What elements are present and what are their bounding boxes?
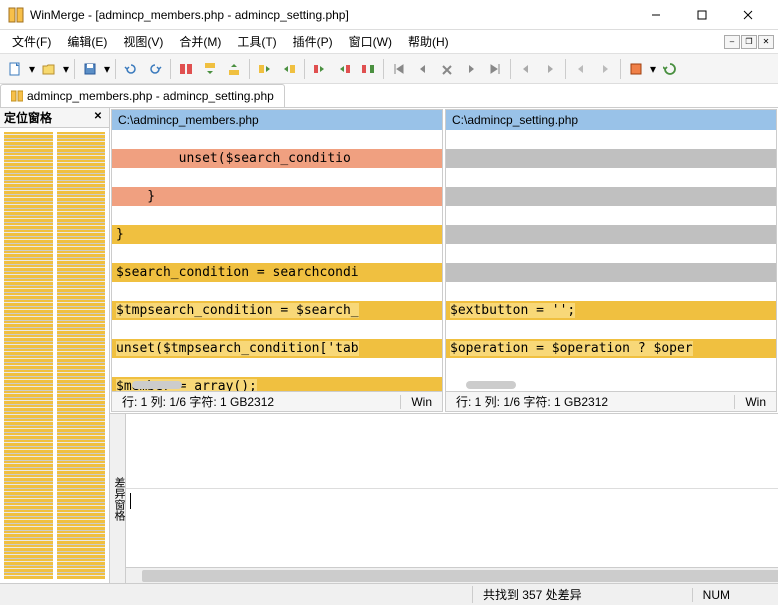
prev-file-icon[interactable] xyxy=(570,58,592,80)
mdi-minimize-button[interactable]: – xyxy=(724,35,740,49)
location-pane-body[interactable] xyxy=(0,128,109,583)
menu-file[interactable]: 文件(F) xyxy=(4,31,59,52)
location-bar-left[interactable] xyxy=(4,132,53,579)
copy-left-icon[interactable] xyxy=(278,58,300,80)
diff-detail-pane: 差异窗格 xyxy=(110,413,778,583)
merge-all-icon[interactable] xyxy=(357,58,379,80)
diff-file-icon xyxy=(11,90,23,102)
menu-view[interactable]: 视图(V) xyxy=(115,31,171,52)
code-line xyxy=(446,263,776,282)
status-diff-count: 共找到 357 处差异 xyxy=(472,586,592,603)
code-line: $extbutton = ''; xyxy=(446,301,776,320)
code-line: unset($tmpsearch_condition['tab xyxy=(112,339,442,358)
menu-merge[interactable]: 合并(M) xyxy=(171,31,229,52)
prev-diff-icon[interactable] xyxy=(412,58,434,80)
location-pane-title: 定位窗格 xyxy=(4,109,52,126)
left-pane-body[interactable]: unset($search_conditio } } $search_condi… xyxy=(112,130,442,391)
window-title: WinMerge - [admincp_members.php - adminc… xyxy=(30,8,634,22)
options-icon[interactable] xyxy=(625,58,647,80)
statusbar: 共找到 357 处差异 NUM xyxy=(0,583,778,605)
right-status-mode: Win xyxy=(734,395,770,409)
menubar: 文件(F) 编辑(E) 视图(V) 合并(M) 工具(T) 插件(P) 窗口(W… xyxy=(0,30,778,54)
location-pane-header: 定位窗格 ✕ xyxy=(0,108,109,128)
next-file-icon[interactable] xyxy=(594,58,616,80)
menu-help[interactable]: 帮助(H) xyxy=(400,31,457,52)
next-diff-icon[interactable] xyxy=(460,58,482,80)
tab-label: admincp_members.php - admincp_setting.ph… xyxy=(27,89,274,103)
left-status-text: 行: 1 列: 1/6 字符: 1 GB2312 xyxy=(118,393,278,410)
code-line: $search_condition = searchcondi xyxy=(112,263,442,282)
maximize-button[interactable] xyxy=(680,1,724,29)
left-pane: C:\admincp_members.php unset($search_con… xyxy=(111,109,443,412)
diff-detail-top[interactable] xyxy=(126,414,778,489)
document-tab[interactable]: admincp_members.php - admincp_setting.ph… xyxy=(0,84,285,107)
diff-icon[interactable] xyxy=(175,58,197,80)
location-pane-close-icon[interactable]: ✕ xyxy=(91,111,105,125)
mdi-close-button[interactable]: ✕ xyxy=(758,35,774,49)
options-dropdown[interactable]: ▾ xyxy=(649,62,657,76)
left-pane-header: C:\admincp_members.php xyxy=(112,110,442,130)
code-line xyxy=(446,149,776,168)
diff-detail-hscroll[interactable] xyxy=(126,567,778,583)
redo-icon[interactable] xyxy=(144,58,166,80)
tabbar: admincp_members.php - admincp_setting.ph… xyxy=(0,84,778,108)
first-diff-icon[interactable] xyxy=(388,58,410,80)
hscroll-thumb[interactable] xyxy=(132,381,182,389)
location-pane: 定位窗格 ✕ xyxy=(0,108,110,583)
all-right-icon[interactable] xyxy=(309,58,331,80)
code-line: } xyxy=(112,187,442,206)
minimize-button[interactable] xyxy=(634,1,678,29)
undo-icon[interactable] xyxy=(120,58,142,80)
diff-container: C:\admincp_members.php unset($search_con… xyxy=(110,108,778,583)
diff-detail-body xyxy=(126,414,778,583)
last-diff-icon[interactable] xyxy=(484,58,506,80)
status-numlock: NUM xyxy=(692,588,740,602)
app-icon xyxy=(8,7,24,23)
next-diff-down-icon[interactable] xyxy=(199,58,221,80)
open-dropdown[interactable]: ▾ xyxy=(62,62,70,76)
prev-conflict-icon[interactable] xyxy=(515,58,537,80)
new-icon[interactable] xyxy=(4,58,26,80)
refresh-icon[interactable] xyxy=(659,58,681,80)
close-button[interactable] xyxy=(726,1,770,29)
mdi-restore-button[interactable]: ❐ xyxy=(741,35,757,49)
diff-detail-tab[interactable]: 差异窗格 xyxy=(110,414,126,583)
menu-plugin[interactable]: 插件(P) xyxy=(285,31,341,52)
save-icon[interactable] xyxy=(79,58,101,80)
all-left-icon[interactable] xyxy=(333,58,355,80)
next-conflict-icon[interactable] xyxy=(539,58,561,80)
new-dropdown[interactable]: ▾ xyxy=(28,62,36,76)
copy-right-icon[interactable] xyxy=(254,58,276,80)
right-status-text: 行: 1 列: 1/6 字符: 1 GB2312 xyxy=(452,393,612,410)
right-pane-header: C:\admincp_setting.php xyxy=(446,110,776,130)
location-bar-right[interactable] xyxy=(57,132,106,579)
right-pane-status: 行: 1 列: 1/6 字符: 1 GB2312 Win xyxy=(446,391,776,411)
code-line xyxy=(446,187,776,206)
menu-tools[interactable]: 工具(T) xyxy=(229,31,284,52)
open-icon[interactable] xyxy=(38,58,60,80)
main-area: 定位窗格 ✕ C:\admincp_members.php unset($sea… xyxy=(0,108,778,583)
code-line: unset($search_conditio xyxy=(112,149,442,168)
menu-edit[interactable]: 编辑(E) xyxy=(59,31,115,52)
code-line: } xyxy=(112,225,442,244)
code-line: $tmpsearch_condition = $search_ xyxy=(112,301,442,320)
right-pane-body[interactable]: $extbutton = ''; $operation = $operation… xyxy=(446,130,776,391)
code-line: $operation = $operation ? $oper xyxy=(446,339,776,358)
hscroll-thumb[interactable] xyxy=(466,381,516,389)
left-status-mode: Win xyxy=(400,395,436,409)
left-pane-status: 行: 1 列: 1/6 字符: 1 GB2312 Win xyxy=(112,391,442,411)
toolbar: ▾ ▾ ▾ ▾ xyxy=(0,54,778,84)
save-dropdown[interactable]: ▾ xyxy=(103,62,111,76)
right-pane: C:\admincp_setting.php $extbutton = ''; … xyxy=(445,109,777,412)
menu-window[interactable]: 窗口(W) xyxy=(341,31,400,52)
current-diff-icon[interactable] xyxy=(436,58,458,80)
diff-detail-bottom[interactable] xyxy=(126,489,778,567)
hscroll-thumb[interactable] xyxy=(142,570,778,582)
prev-diff-up-icon[interactable] xyxy=(223,58,245,80)
text-cursor xyxy=(130,493,131,509)
code-line xyxy=(446,225,776,244)
titlebar: WinMerge - [admincp_members.php - adminc… xyxy=(0,0,778,30)
